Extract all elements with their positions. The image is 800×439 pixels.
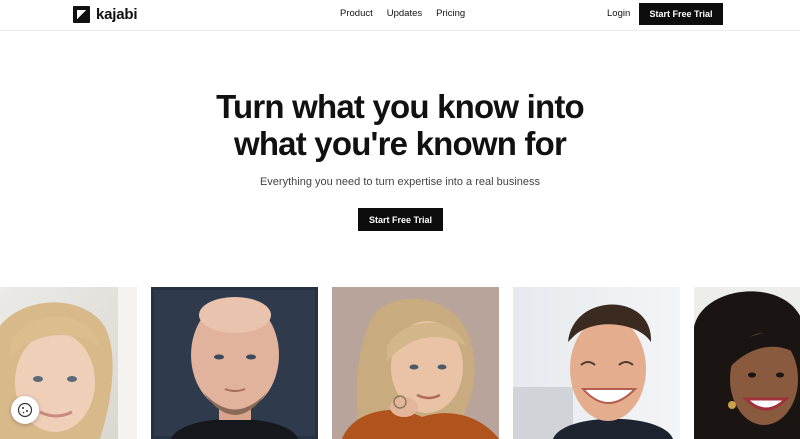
portrait-older-woman [332, 287, 499, 439]
hero-title-line-2: what you're known for [233, 125, 567, 162]
start-free-trial-hero-button[interactable]: Start Free Trial [358, 208, 443, 231]
kajabi-logo[interactable]: kajabi [73, 6, 138, 23]
portrait-bald-man [151, 287, 318, 439]
portrait-curly-hair-woman [694, 287, 800, 439]
creator-portraits [0, 287, 800, 439]
login-link[interactable]: Login [607, 8, 630, 19]
portrait-smiling-man [513, 287, 680, 439]
kajabi-logo-icon [73, 6, 90, 23]
start-free-trial-nav-button[interactable]: Start Free Trial [639, 3, 723, 25]
cookie-icon [17, 402, 33, 418]
hero-title: Turn what you know into what you're know… [0, 88, 800, 162]
brand-name: kajabi [96, 6, 138, 23]
nav-link-updates[interactable]: Updates [387, 8, 422, 19]
top-nav: kajabi Product Updates Pricing Login Sta… [0, 0, 800, 31]
cookie-settings-button[interactable] [11, 396, 39, 424]
hero-subtitle: Everything you need to turn expertise in… [259, 176, 541, 188]
nav-link-pricing[interactable]: Pricing [436, 8, 465, 19]
hero-title-line-1: Turn what you know into [216, 88, 585, 125]
nav-link-product[interactable]: Product [340, 8, 373, 19]
main-nav-links: Product Updates Pricing [340, 8, 465, 19]
